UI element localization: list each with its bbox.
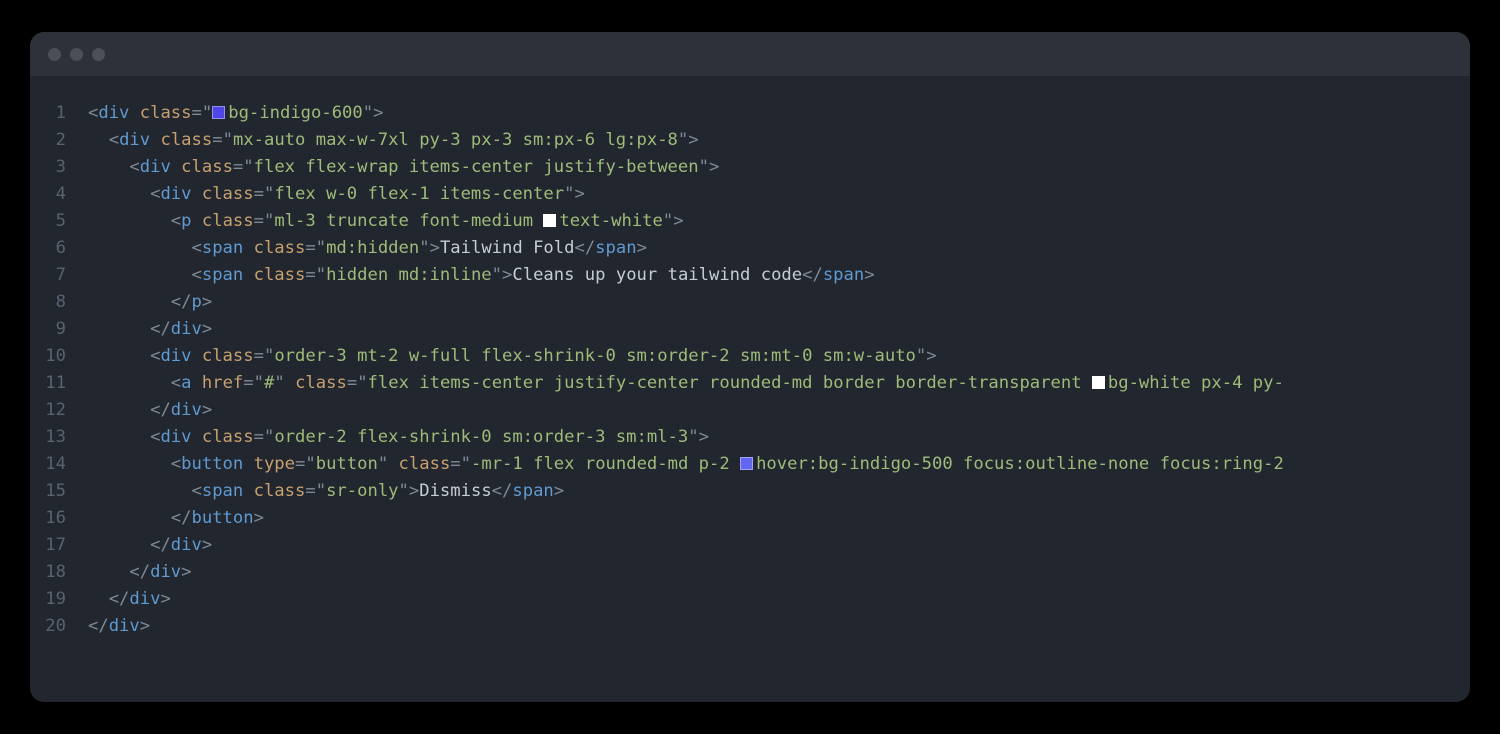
code-line[interactable]: 15 <span class="sr-only">Dismiss</span> <box>30 478 1470 505</box>
code-line[interactable]: 2 <div class="mx-auto max-w-7xl py-3 px-… <box>30 127 1470 154</box>
traffic-light-close-icon[interactable] <box>48 48 61 61</box>
code-line[interactable]: 3 <div class="flex flex-wrap items-cente… <box>30 154 1470 181</box>
code-content[interactable]: <button type="button" class="-mr-1 flex … <box>88 451 1470 478</box>
line-number: 18 <box>30 559 88 586</box>
code-line[interactable]: 20</div> <box>30 613 1470 640</box>
code-content[interactable]: </div> <box>88 532 1470 559</box>
line-number: 16 <box>30 505 88 532</box>
code-content[interactable]: </div> <box>88 397 1470 424</box>
code-line[interactable]: 13 <div class="order-2 flex-shrink-0 sm:… <box>30 424 1470 451</box>
code-content[interactable]: <div class="flex w-0 flex-1 items-center… <box>88 181 1470 208</box>
line-number: 6 <box>30 235 88 262</box>
traffic-light-zoom-icon[interactable] <box>92 48 105 61</box>
code-content[interactable]: <div class="order-3 mt-2 w-full flex-shr… <box>88 343 1470 370</box>
code-line[interactable]: 4 <div class="flex w-0 flex-1 items-cent… <box>30 181 1470 208</box>
line-number: 12 <box>30 397 88 424</box>
code-line[interactable]: 17 </div> <box>30 532 1470 559</box>
line-number: 14 <box>30 451 88 478</box>
code-line[interactable]: 6 <span class="md:hidden">Tailwind Fold<… <box>30 235 1470 262</box>
line-number: 17 <box>30 532 88 559</box>
code-content[interactable]: </button> <box>88 505 1470 532</box>
code-line[interactable]: 16 </button> <box>30 505 1470 532</box>
line-number: 9 <box>30 316 88 343</box>
line-number: 20 <box>30 613 88 640</box>
code-content[interactable]: <div class="order-2 flex-shrink-0 sm:ord… <box>88 424 1470 451</box>
code-editor-window: 1<div class="bg-indigo-600">2 <div class… <box>30 32 1470 702</box>
code-content[interactable]: <span class="md:hidden">Tailwind Fold</s… <box>88 235 1470 262</box>
line-number: 10 <box>30 343 88 370</box>
code-line[interactable]: 12 </div> <box>30 397 1470 424</box>
line-number: 13 <box>30 424 88 451</box>
line-number: 15 <box>30 478 88 505</box>
line-number: 7 <box>30 262 88 289</box>
line-number: 5 <box>30 208 88 235</box>
code-content[interactable]: <p class="ml-3 truncate font-medium text… <box>88 208 1470 235</box>
code-line[interactable]: 18 </div> <box>30 559 1470 586</box>
code-content[interactable]: </div> <box>88 586 1470 613</box>
code-line[interactable]: 19 </div> <box>30 586 1470 613</box>
line-number: 3 <box>30 154 88 181</box>
line-number: 4 <box>30 181 88 208</box>
code-content[interactable]: <div class="flex flex-wrap items-center … <box>88 154 1470 181</box>
code-line[interactable]: 1<div class="bg-indigo-600"> <box>30 100 1470 127</box>
code-line[interactable]: 5 <p class="ml-3 truncate font-medium te… <box>30 208 1470 235</box>
line-number: 11 <box>30 370 88 397</box>
code-line[interactable]: 9 </div> <box>30 316 1470 343</box>
code-line[interactable]: 10 <div class="order-3 mt-2 w-full flex-… <box>30 343 1470 370</box>
traffic-light-minimize-icon[interactable] <box>70 48 83 61</box>
code-content[interactable]: </div> <box>88 613 1470 640</box>
line-number: 1 <box>30 100 88 127</box>
line-number: 19 <box>30 586 88 613</box>
line-number: 2 <box>30 127 88 154</box>
code-editor[interactable]: 1<div class="bg-indigo-600">2 <div class… <box>30 76 1470 702</box>
code-line[interactable]: 11 <a href="#" class="flex items-center … <box>30 370 1470 397</box>
code-content[interactable]: </div> <box>88 316 1470 343</box>
code-line[interactable]: 7 <span class="hidden md:inline">Cleans … <box>30 262 1470 289</box>
code-content[interactable]: <div class="mx-auto max-w-7xl py-3 px-3 … <box>88 127 1470 154</box>
line-number: 8 <box>30 289 88 316</box>
code-content[interactable]: <span class="sr-only">Dismiss</span> <box>88 478 1470 505</box>
code-content[interactable]: </p> <box>88 289 1470 316</box>
code-line[interactable]: 8 </p> <box>30 289 1470 316</box>
code-content[interactable]: </div> <box>88 559 1470 586</box>
code-content[interactable]: <span class="hidden md:inline">Cleans up… <box>88 262 1470 289</box>
code-content[interactable]: <div class="bg-indigo-600"> <box>88 100 1470 127</box>
titlebar <box>30 32 1470 76</box>
code-content[interactable]: <a href="#" class="flex items-center jus… <box>88 370 1470 397</box>
code-line[interactable]: 14 <button type="button" class="-mr-1 fl… <box>30 451 1470 478</box>
